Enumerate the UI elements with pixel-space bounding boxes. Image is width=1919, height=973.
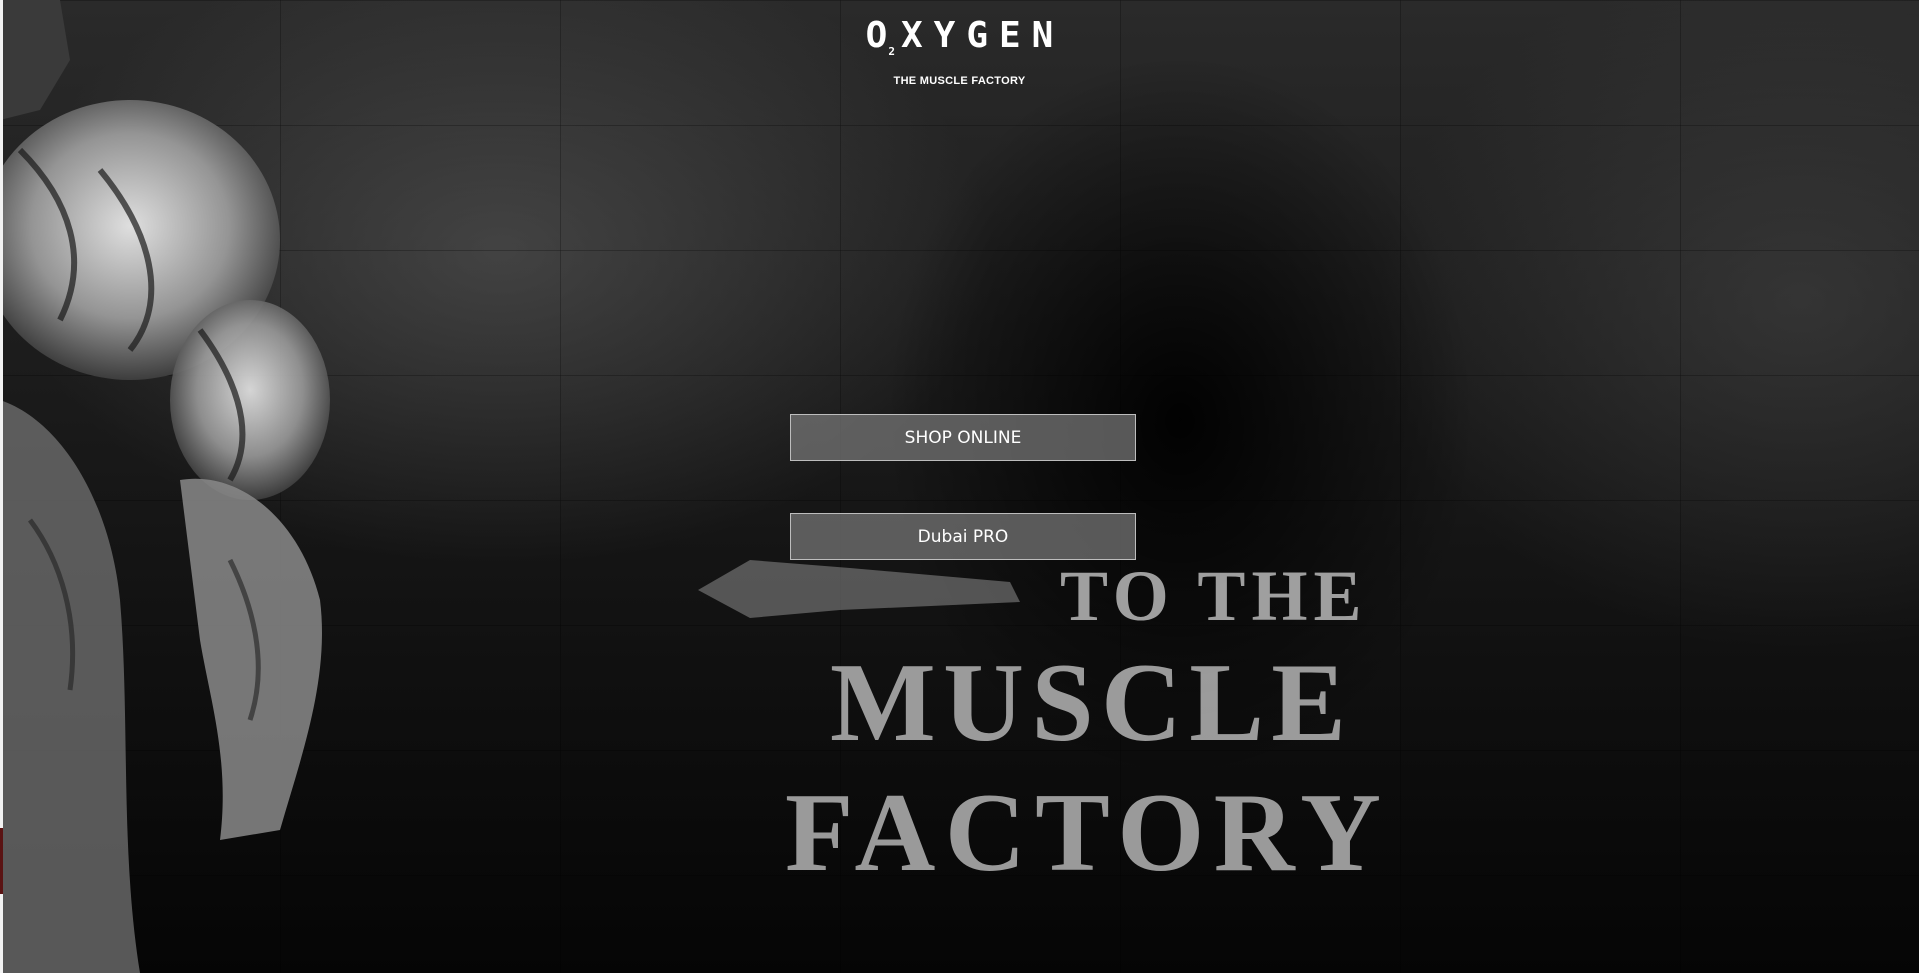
left-edge-marker (0, 828, 3, 894)
logo-subscript: 2 (888, 45, 895, 59)
dubai-pro-button[interactable]: Dubai PRO (790, 513, 1136, 560)
wall-lettering-artwork: TO THE MUSCLE FACTORY (698, 556, 1385, 895)
wall-line-1: TO THE (1060, 556, 1367, 636)
wall-line-2: MUSCLE (830, 641, 1350, 765)
logo-wordmark: O2 XYGEN (0, 14, 1919, 74)
brand-logo[interactable]: O2 XYGEN THE MUSCLE FACTORY (0, 14, 1919, 87)
wall-line-3: FACTORY (785, 771, 1385, 895)
logo-wordmark-text: O2 XYGEN (865, 15, 1065, 59)
shop-online-button[interactable]: SHOP ONLINE (790, 414, 1136, 461)
bodybuilder-mural (0, 0, 330, 973)
arrow-graphic (698, 560, 1020, 618)
landing-page: TO THE MUSCLE FACTORY O2 XYGEN THE MUSCLE… (0, 0, 1919, 973)
logo-tagline: THE MUSCLE FACTORY (893, 75, 1026, 88)
